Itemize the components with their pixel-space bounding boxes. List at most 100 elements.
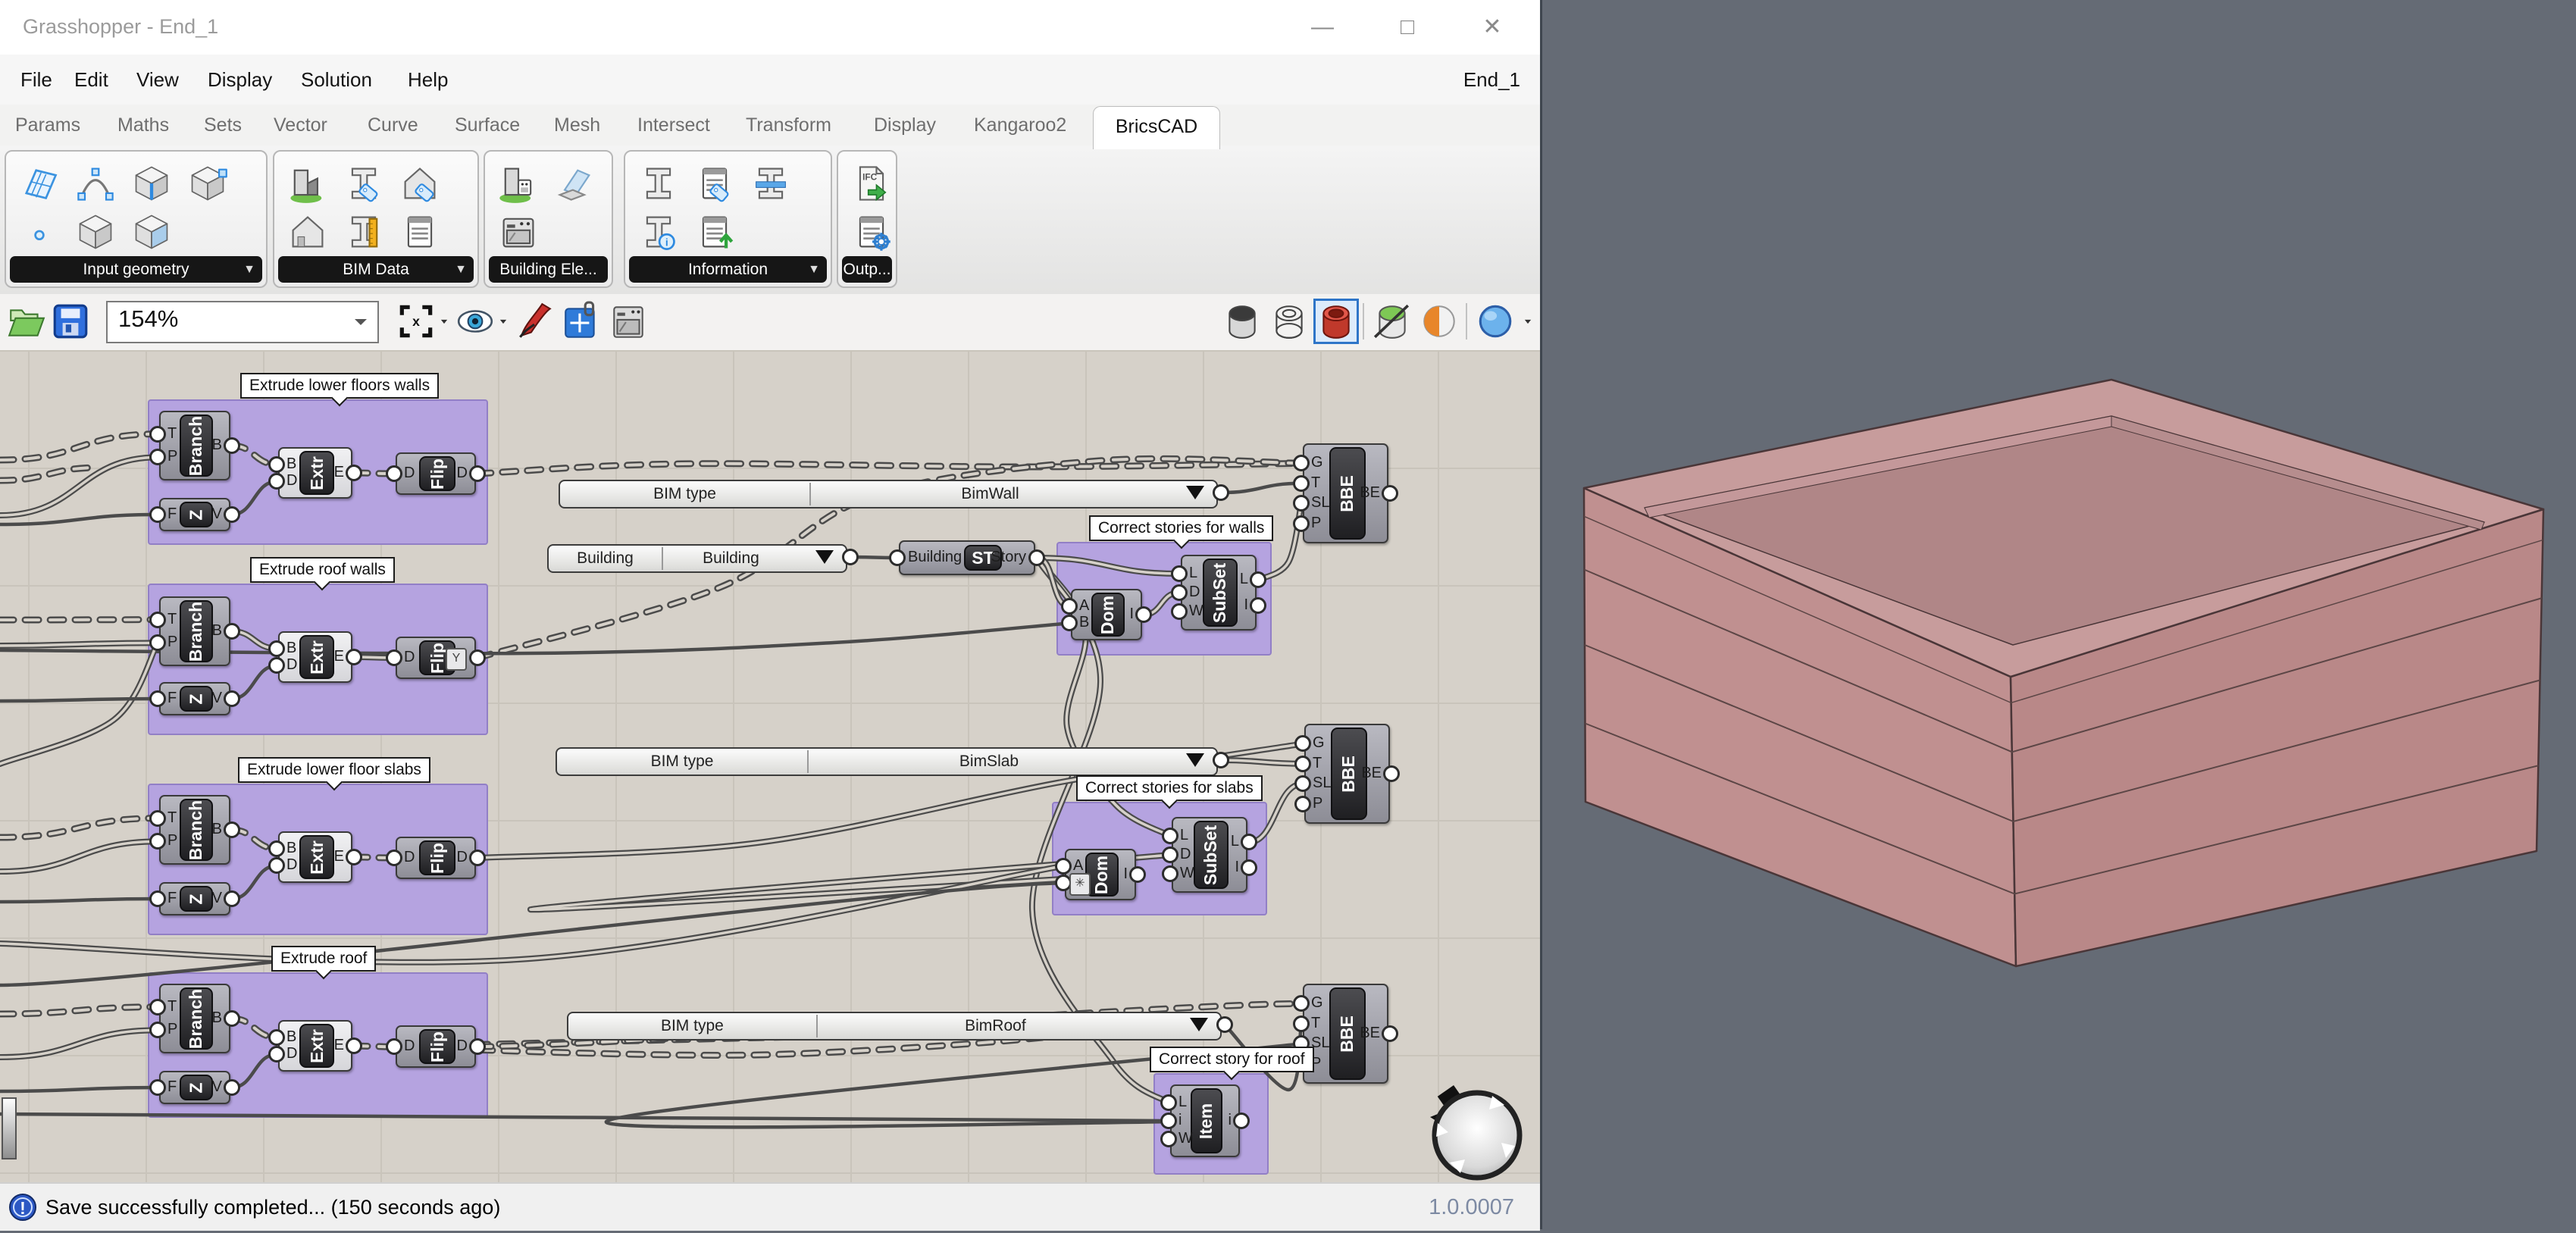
panel-tag-icon[interactable] xyxy=(693,162,736,205)
input-port-T[interactable] xyxy=(149,426,166,443)
input-port-F[interactable] xyxy=(149,690,166,707)
node-extr3[interactable]: ExtrBDE xyxy=(278,831,352,883)
beam-icon[interactable] xyxy=(637,162,680,205)
eye-icon[interactable] xyxy=(455,301,496,342)
sketch-pen-icon[interactable] xyxy=(514,301,555,342)
tab-transform[interactable]: Transform xyxy=(746,105,831,146)
node-bbe1[interactable]: BBEGTSLPBE xyxy=(1303,443,1388,543)
input-port-A[interactable] xyxy=(1061,598,1078,615)
point-icon[interactable] xyxy=(18,211,61,253)
chevron-down-icon[interactable] xyxy=(1186,753,1204,776)
input-port-A[interactable] xyxy=(1055,858,1072,875)
output-port[interactable] xyxy=(1213,752,1229,768)
ifc-export-icon[interactable]: IFC xyxy=(850,162,893,205)
input-port-T[interactable] xyxy=(149,810,166,827)
output-port-D[interactable] xyxy=(469,465,486,482)
building-house-icon[interactable] xyxy=(286,162,329,205)
caret-icon[interactable] xyxy=(438,301,450,342)
tab-params[interactable]: Params xyxy=(15,105,80,146)
output-port-D[interactable] xyxy=(469,649,486,666)
chevron-down-icon[interactable] xyxy=(1186,486,1204,509)
input-port-B[interactable] xyxy=(268,840,285,857)
cube-edge-icon[interactable] xyxy=(130,162,173,205)
caret-icon[interactable] xyxy=(497,301,509,342)
output-port-D[interactable] xyxy=(469,850,486,866)
output-port-Story[interactable] xyxy=(1028,549,1045,566)
cube-icon[interactable] xyxy=(74,211,117,253)
input-port-i[interactable] xyxy=(1160,1113,1177,1129)
input-port-L[interactable] xyxy=(1162,828,1178,844)
open-folder-icon[interactable] xyxy=(6,301,47,342)
save-icon[interactable] xyxy=(50,301,91,342)
house-tag-icon[interactable] xyxy=(399,162,441,205)
tab-curve[interactable]: Curve xyxy=(368,105,418,146)
align-views-icon[interactable] xyxy=(561,301,602,342)
menu-item-solution[interactable]: Solution xyxy=(301,55,372,105)
beam-ruler-icon[interactable] xyxy=(343,211,385,253)
input-port-T[interactable] xyxy=(149,999,166,1016)
output-port-V[interactable] xyxy=(224,506,240,523)
node-z3[interactable]: ZFV xyxy=(159,882,230,915)
input-port-W[interactable] xyxy=(1171,603,1188,620)
tab-maths[interactable]: Maths xyxy=(117,105,169,146)
output-port-BE[interactable] xyxy=(1383,765,1400,782)
ribbon-group-label[interactable]: Building Ele... xyxy=(489,256,608,283)
output-port-E[interactable] xyxy=(346,465,362,481)
output-port-V[interactable] xyxy=(224,690,240,707)
output-port-BE[interactable] xyxy=(1382,485,1398,502)
output-port[interactable] xyxy=(842,549,859,565)
value-list-vlbuilding[interactable]: BuildingBuilding xyxy=(547,544,847,573)
cyl-wire-icon[interactable] xyxy=(1269,301,1310,342)
input-port-F[interactable] xyxy=(149,890,166,907)
tab-intersect[interactable]: Intersect xyxy=(637,105,710,146)
sphere-duo-icon[interactable] xyxy=(1419,301,1460,342)
node-flip4[interactable]: FlipDD xyxy=(396,1025,476,1068)
tab-display[interactable]: Display xyxy=(874,105,936,146)
bricscad-3d-viewport[interactable] xyxy=(1540,0,2576,1229)
input-port-D[interactable] xyxy=(386,1038,402,1055)
value-list-vlroof[interactable]: BIM typeBimRoof xyxy=(567,1012,1222,1041)
arc-icon[interactable] xyxy=(74,162,117,205)
menu-item-edit[interactable]: Edit xyxy=(74,55,108,105)
ribbon-group-label[interactable]: Input geometry▼ xyxy=(10,256,262,283)
input-port-W[interactable] xyxy=(1162,865,1178,882)
input-port-Building[interactable] xyxy=(889,549,906,566)
value-list-vlslab[interactable]: BIM typeBimSlab xyxy=(556,747,1218,776)
input-port-B[interactable] xyxy=(268,640,285,657)
output-port-i[interactable] xyxy=(1233,1113,1250,1129)
input-port-T[interactable] xyxy=(1293,475,1310,492)
panel-list-icon[interactable] xyxy=(399,211,441,253)
input-port-P[interactable] xyxy=(1293,515,1310,532)
title-bar[interactable]: Grasshopper - End_1 — □ ✕ xyxy=(0,0,1540,55)
output-port-I[interactable] xyxy=(1129,866,1146,883)
minimize-button[interactable]: — xyxy=(1288,0,1357,55)
output-port-B[interactable] xyxy=(224,821,240,838)
beam-section-icon[interactable] xyxy=(750,162,792,205)
tab-sets[interactable]: Sets xyxy=(204,105,242,146)
caret-icon[interactable] xyxy=(1522,301,1534,342)
zoom-level-combobox[interactable]: 154% xyxy=(106,301,379,343)
canvas-navigation-ball[interactable] xyxy=(1426,1084,1526,1182)
ribbon-group-label[interactable]: BIM Data▼ xyxy=(278,256,474,283)
node-item1[interactable]: ItemLiWi xyxy=(1170,1084,1240,1157)
output-port-E[interactable] xyxy=(346,649,362,665)
output-port[interactable] xyxy=(1213,484,1229,501)
node-z1[interactable]: ZFV xyxy=(159,498,230,531)
output-port-B[interactable] xyxy=(224,623,240,640)
input-port-T[interactable] xyxy=(149,612,166,628)
bake-oven-icon[interactable] xyxy=(608,301,649,342)
chevron-down-icon[interactable] xyxy=(1190,1018,1208,1041)
input-port-D[interactable] xyxy=(386,850,402,866)
menu-item-file[interactable]: File xyxy=(20,55,52,105)
output-port-V[interactable] xyxy=(224,890,240,907)
cube-face-icon[interactable] xyxy=(130,211,173,253)
node-branch4[interactable]: BranchTPB xyxy=(159,984,230,1053)
cyl-red-selected-icon[interactable] xyxy=(1316,301,1357,342)
building-appliance-icon[interactable] xyxy=(497,162,540,205)
beam-info-icon[interactable]: i xyxy=(637,211,680,253)
cube-corner-icon[interactable] xyxy=(186,162,229,205)
output-port[interactable] xyxy=(1216,1016,1233,1033)
input-port-L[interactable] xyxy=(1160,1094,1177,1111)
building-model[interactable] xyxy=(1542,0,2576,1229)
input-port-D[interactable] xyxy=(1171,584,1188,601)
